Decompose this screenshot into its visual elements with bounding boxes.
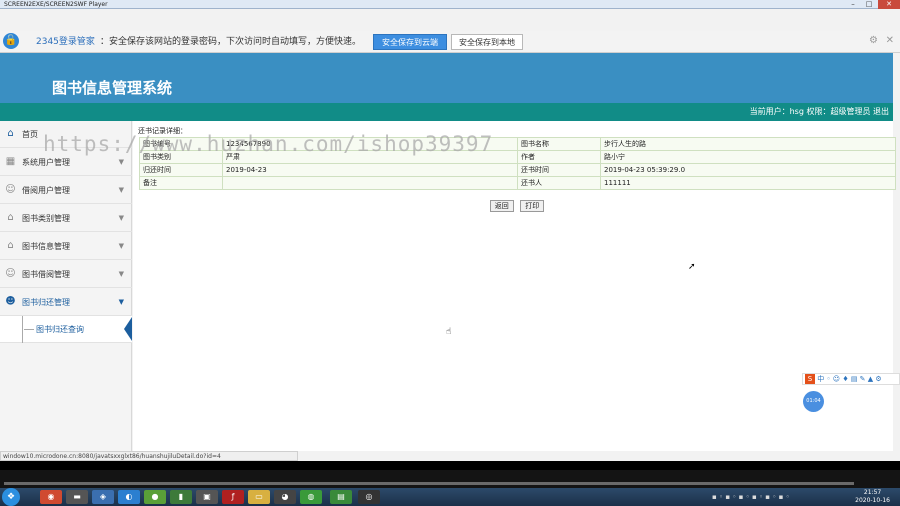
browser-viewport: 🔓 2345登录管家 ：安全保存该网站的登录密码，下次访问时自动填写，方便快速。… bbox=[0, 9, 900, 461]
save-to-cloud-button[interactable]: 安全保存到云端 bbox=[373, 34, 447, 50]
sidebar-item-label: 图书借阅管理 bbox=[22, 270, 70, 279]
table-cell: 还书时间 bbox=[517, 163, 601, 177]
grid-icon: ▦ bbox=[5, 156, 16, 167]
tree-branch bbox=[24, 329, 34, 330]
clock[interactable]: 21:57 2020-10-16 bbox=[855, 489, 890, 505]
table-row: 备注 还书人 111111 bbox=[139, 176, 896, 190]
table-cell: 归还时间 bbox=[139, 163, 223, 177]
sidebar: ⌂ 首页 ▦ 系统用户管理 ▼ ☺ 借阅用户管理 ▼ ⌂ 图书类别管理 ▼ ⌂ … bbox=[0, 121, 132, 451]
close-icon[interactable]: ✕ bbox=[886, 35, 894, 46]
table-cell: 步行人生的路 bbox=[600, 137, 896, 151]
flash-icon[interactable]: ƒ bbox=[222, 490, 244, 504]
chevron-down-icon: ▼ bbox=[118, 214, 124, 222]
window-title: SCREEN2EXE/SCREEN2SWF Player bbox=[4, 1, 108, 8]
minimize-icon[interactable]: – bbox=[846, 0, 860, 9]
sidebar-item-book-return[interactable]: ☻ 图书归还管理 ▼ bbox=[0, 289, 132, 316]
sidebar-item-book-info[interactable]: ⌂ 图书信息管理 ▼ bbox=[0, 233, 132, 260]
app-title: 图书信息管理系统 bbox=[52, 79, 173, 97]
clock-time: 21:57 bbox=[863, 489, 882, 496]
active-indicator bbox=[124, 317, 132, 341]
sidebar-item-label: 图书类别管理 bbox=[22, 214, 70, 223]
chevron-down-icon: ▼ bbox=[118, 186, 124, 194]
sidebar-item-label: 图书信息管理 bbox=[22, 242, 70, 251]
chevron-down-icon: ▼ bbox=[118, 298, 124, 306]
app-header: 图书信息管理系统 bbox=[0, 53, 893, 103]
home-icon: ⌂ bbox=[7, 212, 14, 223]
system-tray[interactable]: ▪ ◦ ▪ ◦ ▪ ◦ ▪ ◦ ▪ ◦ ▪ ◦ bbox=[712, 491, 842, 503]
table-cell: 111111 bbox=[600, 176, 896, 190]
user-icon: ☻ bbox=[5, 296, 16, 307]
table-cell: 2019-04-23 bbox=[222, 163, 518, 177]
taskbar: ❖ ◉ ▬ ◈ ◐ ● ▮ ▣ ƒ ▭ ◕ ◍ ▤ ◎ ▪ ◦ ▪ ◦ ▪ ◦ … bbox=[0, 488, 900, 506]
password-manager-brand: 2345登录管家 bbox=[36, 37, 95, 47]
app-icon[interactable]: ▬ bbox=[66, 490, 88, 504]
playback-progress[interactable] bbox=[4, 482, 854, 485]
sidebar-item-book-categories[interactable]: ⌂ 图书类别管理 ▼ bbox=[0, 205, 132, 232]
sidebar-subitem-label: 图书归还查询 bbox=[36, 325, 84, 334]
table-cell: 路小宁 bbox=[600, 150, 896, 164]
table-row: 归还时间 2019-04-23 还书时间 2019-04-23 05:39:29… bbox=[139, 163, 896, 177]
folder-icon[interactable]: ▭ bbox=[248, 490, 270, 504]
close-icon[interactable]: ✕ bbox=[878, 0, 900, 9]
player-controls bbox=[0, 470, 900, 488]
ime-toolbar[interactable]: S 中 ◦ ☺ ♦ ▤ ✎ ▲ ⚙ bbox=[802, 373, 900, 385]
sogou-icon: S bbox=[805, 374, 815, 384]
window-titlebar: SCREEN2EXE/SCREEN2SWF Player – □ ✕ bbox=[0, 0, 900, 9]
password-manager-bar: 🔓 2345登录管家 ：安全保存该网站的登录密码，下次访问时自动填写，方便快速。… bbox=[0, 31, 900, 53]
app-icon[interactable]: ◎ bbox=[358, 490, 380, 504]
table-cell: 图书名称 bbox=[517, 137, 601, 151]
record-actions: 返回 打印 bbox=[139, 200, 895, 214]
app-icon[interactable]: ▣ bbox=[196, 490, 218, 504]
user-icon: ☺ bbox=[5, 184, 16, 195]
maximize-icon[interactable]: □ bbox=[862, 0, 876, 9]
app-icon[interactable]: ● bbox=[144, 490, 166, 504]
sidebar-item-label: 首页 bbox=[22, 130, 38, 139]
sidebar-item-borrow-users[interactable]: ☺ 借阅用户管理 ▼ bbox=[0, 177, 132, 204]
sidebar-item-label: 借阅用户管理 bbox=[22, 186, 70, 195]
app-icon[interactable]: ◈ bbox=[92, 490, 114, 504]
print-button[interactable]: 打印 bbox=[520, 200, 545, 212]
hand-cursor-icon: ☝ bbox=[446, 327, 452, 337]
clock-date: 2020-10-16 bbox=[855, 497, 890, 504]
gear-icon[interactable]: ⚙ bbox=[869, 35, 878, 46]
table-cell: 还书人 bbox=[517, 176, 601, 190]
app-icon[interactable]: ▮ bbox=[170, 490, 192, 504]
table-cell: 2019-04-23 05:39:29.0 bbox=[600, 163, 896, 177]
app-icon[interactable]: ◐ bbox=[118, 490, 140, 504]
sidebar-item-label: 图书归还管理 bbox=[22, 298, 70, 307]
wechat-icon[interactable]: ◍ bbox=[300, 490, 322, 504]
app-icon[interactable]: ▤ bbox=[330, 490, 352, 504]
user-bar: 当前用户：hsg 权限：超级管理员 退出 bbox=[0, 103, 893, 121]
main-content: 还书记录详细： 图书编号 1234567890 图书名称 步行人生的路 图书类别… bbox=[133, 121, 896, 451]
table-cell: 作者 bbox=[517, 150, 601, 164]
watermark-text: https://www.huzhan.com/ishop39397 bbox=[43, 132, 494, 156]
chevron-down-icon: ▼ bbox=[118, 242, 124, 250]
user-icon: ☺ bbox=[5, 268, 16, 279]
mouse-cursor-icon: ➚ bbox=[688, 262, 696, 272]
sidebar-item-book-borrow[interactable]: ☺ 图书借阅管理 ▼ bbox=[0, 261, 132, 288]
home-icon: ⌂ bbox=[7, 128, 14, 139]
home-icon: ⌂ bbox=[7, 240, 14, 251]
chevron-down-icon: ▼ bbox=[118, 270, 124, 278]
save-to-local-button[interactable]: 安全保存到本地 bbox=[451, 34, 523, 50]
user-info[interactable]: 当前用户：hsg 权限：超级管理员 退出 bbox=[750, 103, 889, 121]
start-button[interactable]: ❖ bbox=[2, 488, 20, 506]
back-button[interactable]: 返回 bbox=[489, 200, 514, 212]
lock-icon: 🔓 bbox=[3, 33, 19, 49]
password-manager-message: ：安全保存该网站的登录密码，下次访问时自动填写，方便快速。 bbox=[100, 37, 362, 47]
table-cell: 备注 bbox=[139, 176, 223, 190]
tree-line bbox=[22, 316, 23, 343]
ime-badge[interactable]: 01:04 bbox=[803, 391, 824, 412]
sidebar-subitem-return-query[interactable]: 图书归还查询 bbox=[0, 316, 132, 343]
chrome-icon[interactable]: ◉ bbox=[40, 490, 62, 504]
qq-icon[interactable]: ◕ bbox=[274, 490, 296, 504]
table-cell bbox=[222, 176, 518, 190]
status-url: window10.microdone.cn:8080/javatsxxglxt8… bbox=[0, 451, 298, 461]
